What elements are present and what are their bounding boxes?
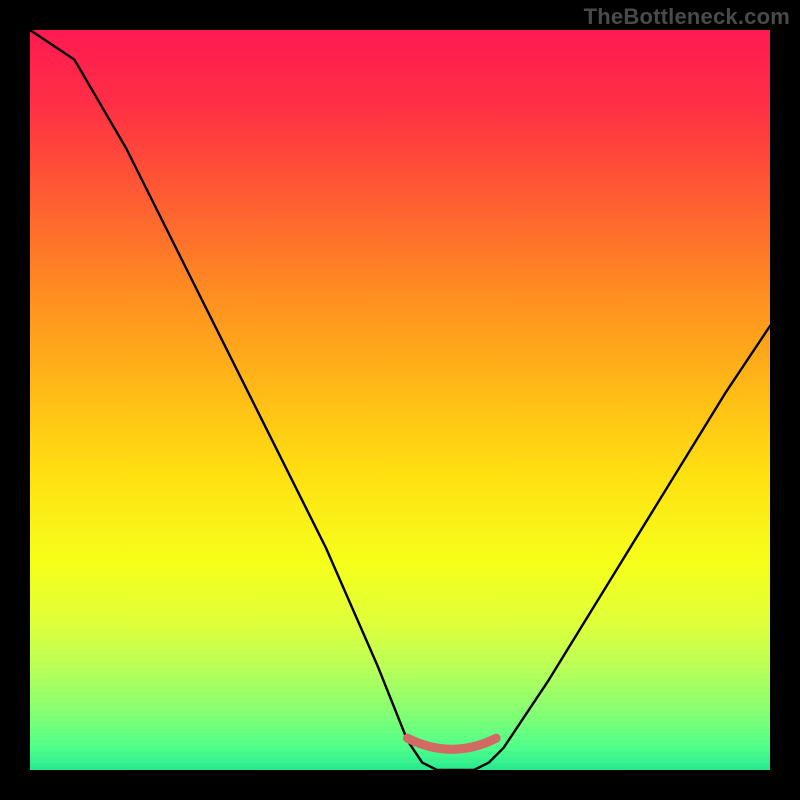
- bottleneck-chart: [0, 0, 800, 800]
- watermark-text: TheBottleneck.com: [584, 4, 790, 30]
- chart-frame: TheBottleneck.com: [0, 0, 800, 800]
- gradient-background: [30, 30, 770, 770]
